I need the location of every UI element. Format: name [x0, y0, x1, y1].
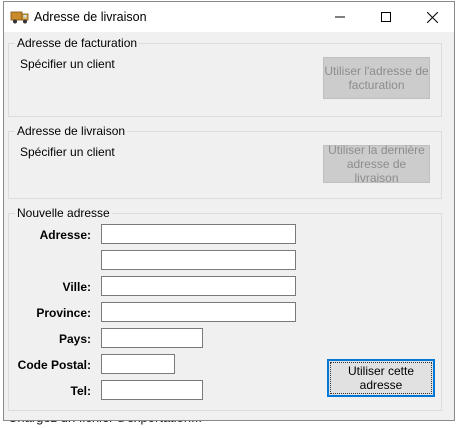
maximize-button[interactable]: [363, 2, 409, 32]
use-billing-address-button[interactable]: Utiliser l'adresse de facturation: [323, 57, 430, 99]
close-icon: [426, 11, 438, 23]
province-label: Province:: [36, 306, 91, 320]
billing-address-group: Adresse de facturation Spécifier un clie…: [8, 36, 442, 117]
address-line2-input[interactable]: [101, 250, 296, 270]
minimize-button[interactable]: [317, 2, 363, 32]
use-last-shipping-address-button[interactable]: Utiliser la dernière adresse de livraiso…: [323, 143, 430, 185]
billing-group-label: Adresse de facturation: [15, 36, 140, 50]
dialog-window: Adresse de livraison Adresse de facturat…: [3, 1, 455, 421]
phone-input[interactable]: [101, 380, 203, 400]
shipping-address-group: Adresse de livraison Spécifier un client…: [8, 124, 442, 199]
address-label: Adresse:: [39, 228, 91, 242]
billing-client-text: Spécifier un client: [20, 57, 115, 71]
maximize-icon: [381, 12, 391, 22]
country-input[interactable]: [101, 328, 203, 348]
phone-label: Tel:: [70, 384, 91, 398]
close-button[interactable]: [409, 2, 455, 32]
new-address-group-label: Nouvelle adresse: [15, 206, 112, 220]
postal-code-label: Code Postal:: [17, 358, 91, 372]
address-line1-input[interactable]: [101, 224, 296, 244]
use-this-address-button[interactable]: Utiliser cette adresse: [327, 359, 435, 397]
postal-code-input[interactable]: [101, 354, 175, 374]
city-input[interactable]: [101, 276, 296, 296]
truck-icon: [10, 11, 29, 24]
minimize-icon: [335, 16, 345, 18]
title-bar: Adresse de livraison: [4, 2, 454, 32]
country-label: Pays:: [58, 332, 91, 346]
city-label: Ville:: [62, 280, 91, 294]
province-input[interactable]: [101, 302, 296, 322]
window-title: Adresse de livraison: [34, 10, 147, 24]
shipping-group-label: Adresse de livraison: [15, 124, 128, 138]
shipping-client-text: Spécifier un client: [20, 145, 115, 159]
